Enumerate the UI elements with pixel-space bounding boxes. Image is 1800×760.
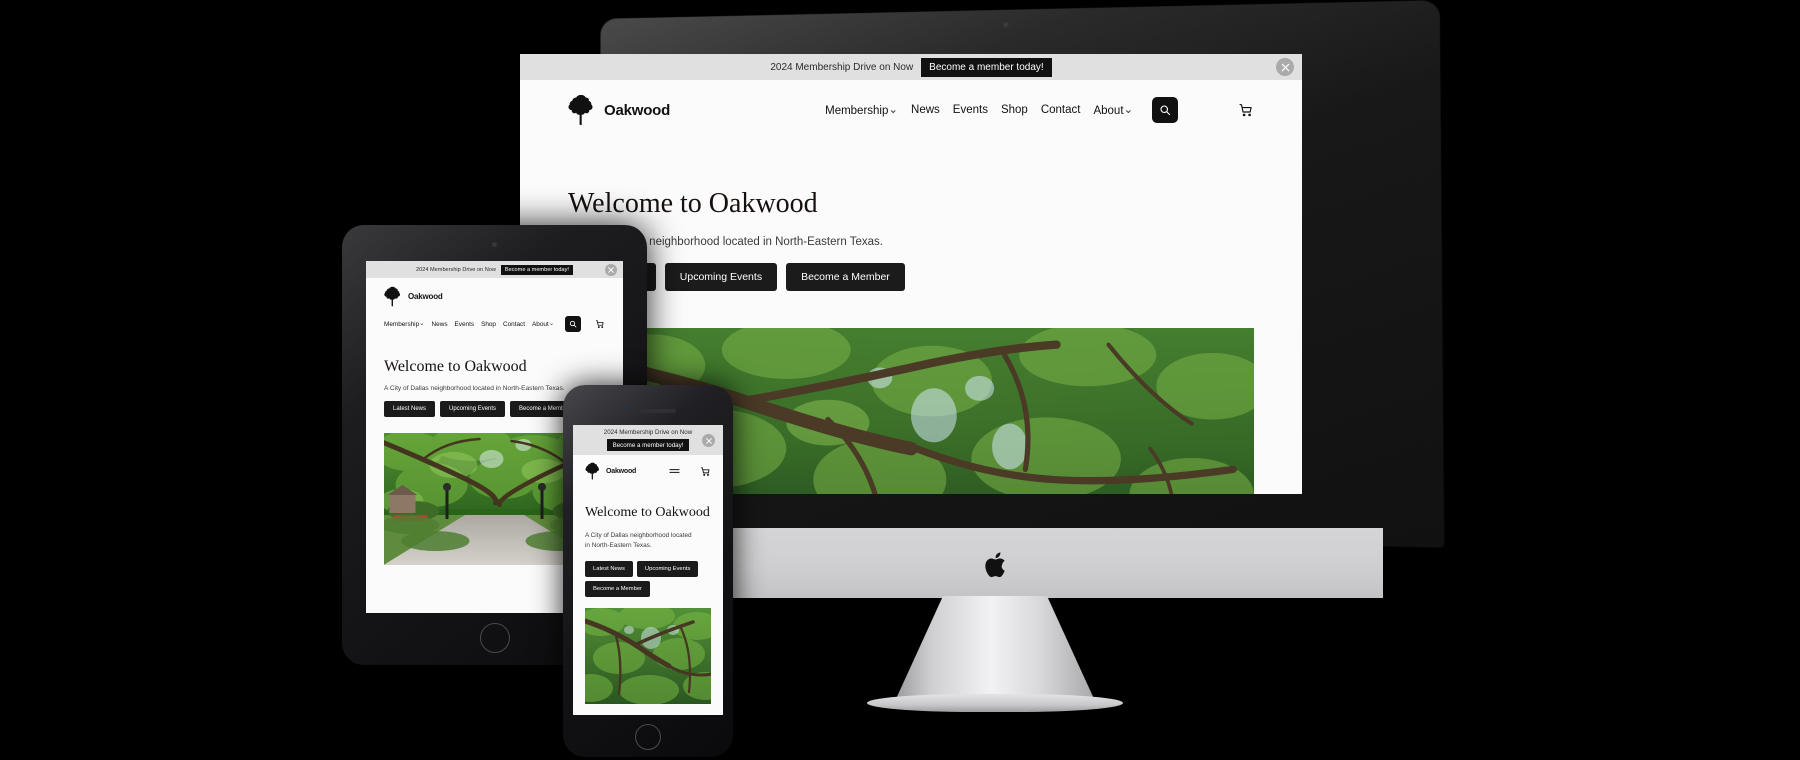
become-a-member-button[interactable]: Become a Member	[786, 263, 905, 291]
chevron-down-icon: ⌄	[1123, 104, 1134, 116]
imac-stand-foot	[867, 694, 1123, 712]
hamburger-menu-icon[interactable]	[669, 467, 680, 475]
nav-item-about[interactable]: About ⌄	[532, 320, 554, 328]
promo-bar-phone: 2024 Membership Drive on Now Become a me…	[573, 425, 723, 455]
iphone-camera-icon	[626, 407, 631, 412]
search-button[interactable]	[1152, 97, 1179, 123]
apple-logo-icon	[985, 552, 1005, 578]
search-icon	[1160, 105, 1171, 116]
iphone-phone: 2024 Membership Drive on Now Become a me…	[563, 385, 733, 757]
become-member-promo-button[interactable]: Become a member today!	[921, 57, 1052, 77]
imac-camera-icon	[1003, 22, 1009, 28]
close-icon[interactable]	[605, 263, 617, 276]
page-title: Welcome to Oakwood	[585, 505, 710, 520]
shopping-cart-icon[interactable]	[1238, 102, 1254, 118]
iphone-home-button[interactable]	[635, 724, 661, 750]
imac-stand-neck	[895, 596, 1095, 701]
upcoming-events-button[interactable]: Upcoming Events	[664, 263, 778, 291]
promo-bar-tablet: 2024 Membership Drive on Now Become a me…	[366, 261, 623, 278]
oak-tree-icon	[585, 462, 599, 480]
nav-item-contact[interactable]: Contact	[1041, 104, 1081, 116]
become-member-promo-button[interactable]: Become a member today!	[606, 439, 690, 451]
website-phone: 2024 Membership Drive on Now Become a me…	[573, 425, 723, 715]
nav-item-shop[interactable]: Shop	[481, 321, 496, 328]
become-a-member-button[interactable]: Become a Member	[585, 580, 650, 597]
latest-news-button[interactable]: Latest News	[384, 401, 436, 417]
nav-item-about[interactable]: About ⌄	[1093, 103, 1133, 117]
mockup-canvas: 2024 Membership Drive on Now Become a me…	[0, 0, 1800, 760]
nav-item-news[interactable]: News	[911, 104, 940, 116]
shopping-cart-icon[interactable]	[595, 319, 605, 329]
brand-name: Oakwood	[408, 292, 443, 301]
close-icon[interactable]	[1276, 58, 1294, 76]
nav-item-news[interactable]: News	[432, 321, 448, 328]
latest-news-button[interactable]: Latest News	[585, 560, 633, 577]
iphone-speaker-grille	[640, 409, 676, 413]
brand-logo-desktop[interactable]: Oakwood	[568, 94, 670, 126]
upcoming-events-button[interactable]: Upcoming Events	[440, 401, 506, 417]
nav-item-membership[interactable]: Membership ⌄	[384, 320, 425, 328]
hero-cta-row-phone: Latest News Upcoming Events Become a Mem…	[585, 560, 711, 597]
nav-item-shop[interactable]: Shop	[1001, 104, 1028, 116]
main-nav-tablet: Membership ⌄ News Events Shop Contact Ab…	[384, 316, 605, 332]
page-title: Welcome to Oakwood	[384, 358, 527, 375]
oak-tree-icon	[568, 95, 593, 125]
search-button[interactable]	[565, 316, 582, 332]
main-nav-desktop: Membership ⌄ News Events Shop Contact Ab…	[825, 97, 1179, 123]
nav-item-membership[interactable]: Membership ⌄	[825, 103, 898, 117]
brand-name: Oakwood	[604, 101, 671, 119]
nav-item-events[interactable]: Events	[455, 321, 475, 328]
brand-logo-phone[interactable]: Oakwood	[585, 462, 636, 480]
hero-canopy-photo-phone	[585, 607, 711, 704]
promo-text: 2024 Membership Drive on Now	[416, 266, 496, 273]
ipad-camera-icon	[492, 242, 497, 247]
shopping-cart-icon[interactable]	[700, 466, 711, 477]
become-member-promo-button[interactable]: Become a member today!	[500, 264, 573, 275]
brand-name: Oakwood	[606, 467, 637, 475]
close-icon[interactable]	[702, 434, 715, 447]
search-icon	[569, 320, 577, 328]
site-header-tablet: Oakwood Membership ⌄ News Events Shop Co…	[366, 278, 623, 340]
phone-screen: 2024 Membership Drive on Now Become a me…	[573, 425, 723, 715]
chevron-down-icon: ⌄	[548, 320, 555, 327]
site-header-desktop: Oakwood Membership ⌄ News Events Shop Co…	[520, 80, 1302, 140]
page-subtitle: A City of Dallas neighborhood located in…	[585, 532, 692, 549]
promo-bar-desktop: 2024 Membership Drive on Now Become a me…	[520, 54, 1302, 80]
brand-logo-tablet[interactable]: Oakwood	[384, 286, 605, 307]
chevron-down-icon: ⌄	[888, 104, 899, 116]
ipad-home-button[interactable]	[479, 623, 510, 653]
page-title: Welcome to Oakwood	[568, 188, 818, 219]
site-header-phone: Oakwood	[573, 455, 723, 487]
oak-tree-icon	[384, 286, 401, 307]
nav-item-events[interactable]: Events	[953, 104, 988, 116]
nav-item-contact[interactable]: Contact	[503, 321, 525, 328]
chevron-down-icon: ⌄	[419, 320, 425, 327]
page-subtitle: A City of Dallas neighborhood located in…	[568, 236, 883, 248]
promo-text: 2024 Membership Drive on Now	[770, 61, 914, 73]
hero-cta-row-desktop: Latest News Upcoming Events Become a Mem…	[568, 263, 1302, 291]
promo-text: 2024 Membership Drive on Now	[603, 429, 693, 436]
upcoming-events-button[interactable]: Upcoming Events	[636, 560, 699, 577]
